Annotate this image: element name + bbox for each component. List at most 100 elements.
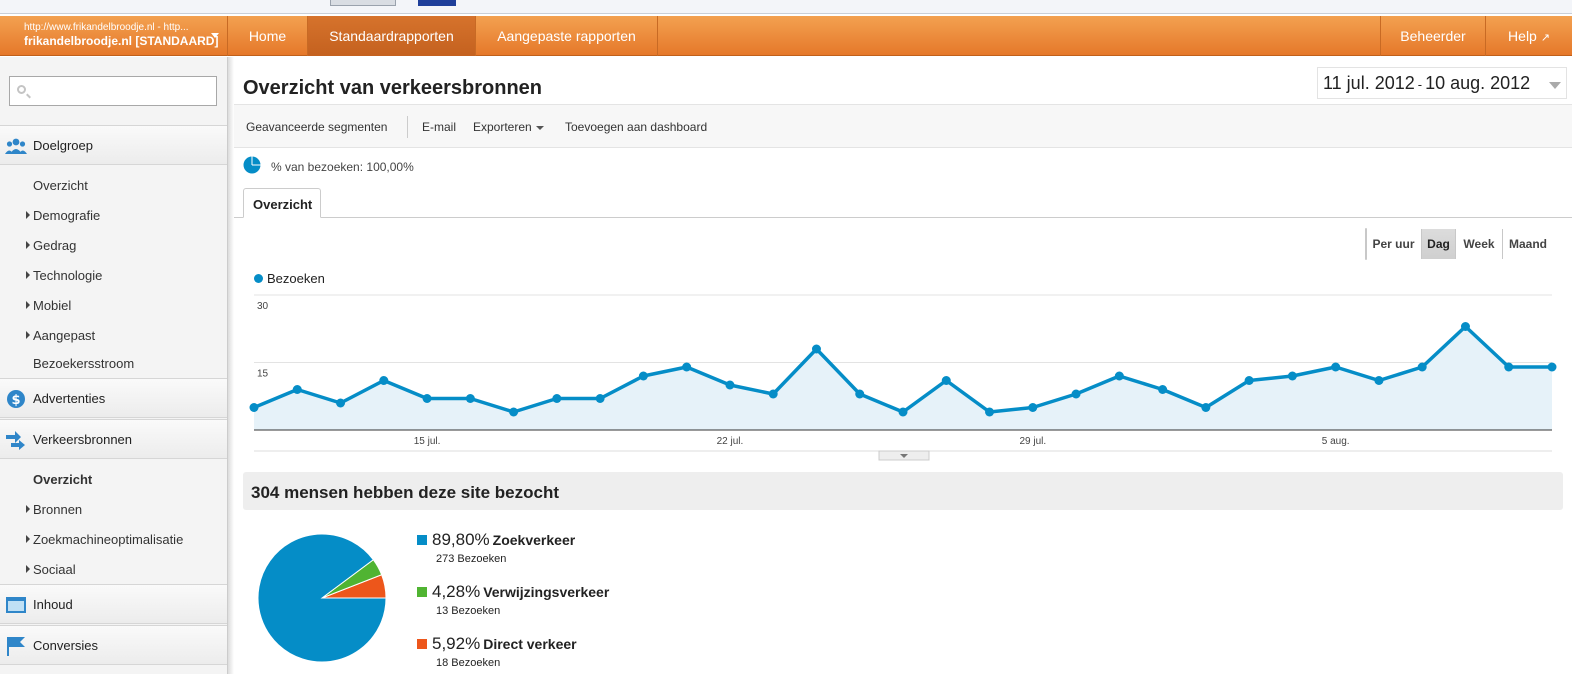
email-button[interactable]: E-mail: [422, 120, 456, 134]
segment-pie-icon: [243, 156, 261, 174]
sidebar-section-advertenties[interactable]: $ Advertenties: [0, 378, 227, 418]
legend-label: Bezoeken: [267, 271, 325, 286]
sidebar-section-conversies[interactable]: Conversies: [0, 625, 227, 665]
sidebar-item-gedrag[interactable]: Gedrag: [0, 231, 227, 259]
sidebar-item-bezoekersstroom[interactable]: Bezoekersstroom: [0, 349, 227, 377]
sidebar-item-label: Sociaal: [33, 562, 76, 577]
caret-right-icon: [26, 271, 30, 279]
data-point: [985, 407, 995, 417]
x-tick-label: 29 jul.: [1019, 436, 1046, 447]
help-label: Help: [1508, 28, 1537, 44]
sidebar-item-zoekmachineoptimalisatie[interactable]: Zoekmachineoptimalisatie: [0, 525, 227, 553]
export-button[interactable]: Exporteren: [473, 120, 544, 134]
data-point: [682, 362, 692, 372]
granularity-dag[interactable]: Dag: [1422, 229, 1456, 259]
traffic-breakdown-pie: [257, 533, 387, 663]
caret-right-icon: [26, 301, 30, 309]
date-range-picker[interactable]: 11 jul. 2012-10 aug. 2012: [1317, 67, 1567, 99]
sidebar-item-aangepast[interactable]: Aangepast: [0, 321, 227, 349]
nav-tab-standaardrapporten[interactable]: Standaardrapporten: [308, 16, 476, 56]
data-point: [1374, 376, 1384, 385]
legend-swatch: [417, 535, 427, 545]
data-point: [768, 389, 778, 399]
visits-line-chart: 30 15 15 jul. 22 jul. 29 jul. 5 aug.: [249, 294, 1557, 461]
sidebar-section-inhoud[interactable]: Inhoud: [0, 584, 227, 624]
sidebar-item-bronnen[interactable]: Bronnen: [0, 495, 227, 523]
profile-url: http://www.frikandelbroodje.nl - http...: [24, 22, 189, 33]
nav-tab-help[interactable]: Help ↗: [1486, 16, 1572, 56]
legend-swatch: [417, 587, 427, 597]
breakdown-name: Direct verkeer: [483, 636, 577, 652]
svg-text:$: $: [11, 393, 20, 408]
external-link-icon: ↗: [1540, 32, 1550, 44]
date-end: 10 aug. 2012: [1425, 73, 1531, 93]
nav-tab-beheerder[interactable]: Beheerder: [1380, 16, 1486, 56]
profile-selector[interactable]: http://www.frikandelbroodje.nl - http...…: [0, 16, 228, 56]
breakdown-count: 13 Bezoeken: [436, 605, 501, 617]
main-content: Overzicht van verkeersbronnen 11 jul. 20…: [234, 57, 1572, 674]
browser-toolbar-strip: [0, 0, 1572, 14]
advanced-segments-button[interactable]: Geavanceerde segmenten: [246, 120, 387, 134]
data-point: [1201, 403, 1211, 412]
x-tick-label: 5 aug.: [1322, 436, 1350, 447]
data-point: [1114, 371, 1124, 381]
search-input[interactable]: [32, 80, 212, 102]
sidebar-section-label: Advertenties: [33, 391, 106, 406]
data-point: [638, 371, 648, 381]
caret-right-icon: [26, 535, 30, 543]
sidebar-search[interactable]: [9, 76, 217, 106]
sidebar-item-demografie[interactable]: Demografie: [0, 201, 227, 229]
summary-bar: 304 mensen hebben deze site bezocht: [243, 472, 1563, 510]
data-point: [509, 407, 519, 417]
granularity-maand[interactable]: Maand: [1503, 229, 1553, 259]
sidebar-item-label: Overzicht: [33, 178, 88, 193]
data-point: [1504, 362, 1514, 372]
data-point: [552, 394, 562, 403]
caret-right-icon: [26, 331, 30, 339]
sidebar-item-sociaal[interactable]: Sociaal: [0, 555, 227, 583]
tab-underline: [234, 217, 1572, 218]
profile-name: frikandelbroodje.nl [STANDAARD]: [24, 34, 219, 48]
granularity-buttons: Per uur Dag Week Maand: [1365, 228, 1547, 260]
sidebar-item-verkeer-overzicht[interactable]: Overzicht: [0, 465, 227, 493]
browser-control: [330, 0, 396, 6]
export-label: Exporteren: [473, 120, 532, 134]
sidebar-item-label: Bronnen: [33, 502, 83, 517]
x-tick-label: 15 jul.: [414, 436, 441, 447]
data-point: [1460, 322, 1470, 331]
nav-tab-aangepaste-rapporten[interactable]: Aangepaste rapporten: [476, 16, 658, 56]
data-point: [811, 344, 821, 354]
breakdown-percent-value: 5,92%: [432, 634, 481, 653]
data-point: [1331, 362, 1341, 372]
sidebar-section-doelgroep[interactable]: Doelgroep: [0, 125, 227, 165]
data-point: [292, 385, 302, 394]
sidebar-item-mobiel[interactable]: Mobiel: [0, 291, 227, 319]
sidebar-item-technologie[interactable]: Technologie: [0, 261, 227, 289]
pie-slice[interactable]: [257, 533, 387, 663]
x-tick-label: 22 jul.: [717, 436, 744, 447]
segment-label: % van bezoeken: 100,00%: [271, 160, 414, 174]
data-point: [941, 376, 951, 385]
breakdown-count: 273 Bezoeken: [436, 553, 507, 565]
sidebar-item-overzicht[interactable]: Overzicht: [0, 171, 227, 199]
window-icon: [6, 597, 26, 613]
flag-icon: [7, 637, 25, 656]
y-tick-label: 30: [257, 301, 269, 312]
sidebar-section-verkeersbronnen[interactable]: Verkeersbronnen: [0, 419, 227, 459]
sidebar-section-label: Doelgroep: [33, 138, 93, 153]
data-point: [898, 407, 908, 417]
data-point: [855, 389, 865, 399]
chevron-down-icon: [535, 125, 544, 130]
top-navigation: http://www.frikandelbroodje.nl - http...…: [0, 16, 1572, 56]
sidebar-item-label: Mobiel: [33, 298, 72, 313]
sidebar-item-label: Bezoekersstroom: [33, 356, 135, 371]
add-to-dashboard-button[interactable]: Toevoegen aan dashboard: [565, 120, 707, 134]
report-toolbar: Geavanceerde segmenten E-mail Exporteren…: [234, 104, 1572, 148]
granularity-week[interactable]: Week: [1456, 229, 1503, 259]
nav-tab-home[interactable]: Home: [228, 16, 308, 56]
tab-overzicht[interactable]: Overzicht: [243, 188, 321, 218]
granularity-per-uur[interactable]: Per uur: [1366, 229, 1422, 259]
toolbar-divider: [407, 116, 408, 138]
legend-dot: [254, 274, 263, 283]
caret-right-icon: [26, 211, 30, 219]
